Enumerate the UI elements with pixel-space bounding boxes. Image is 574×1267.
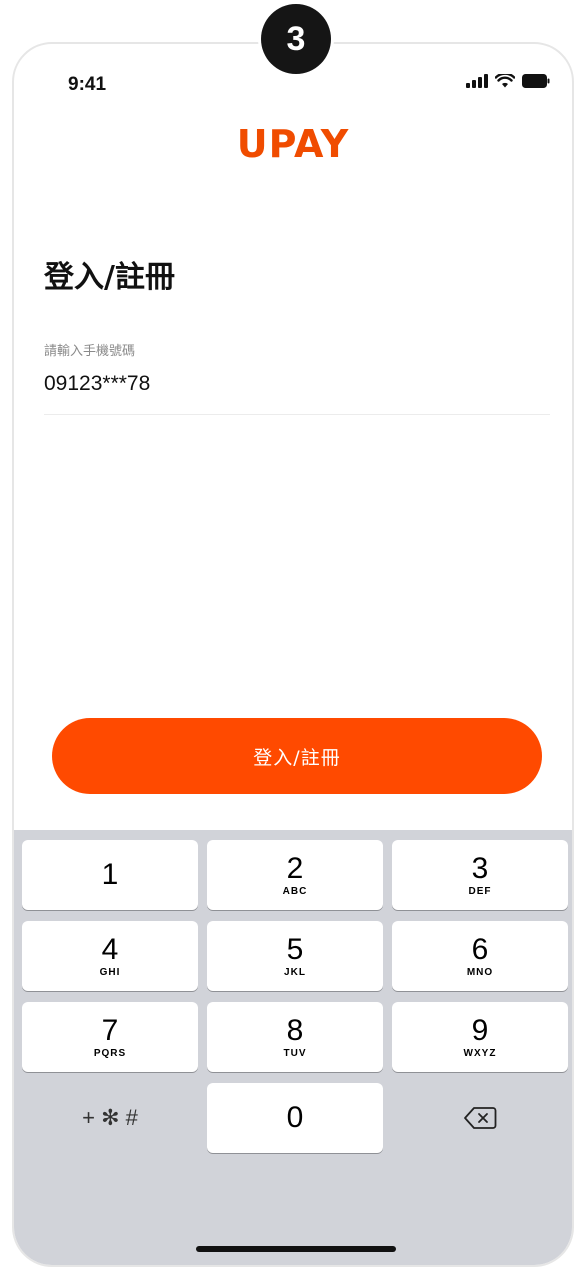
login-register-button[interactable]: 登入/註冊 — [52, 718, 542, 794]
key-8[interactable]: 8 TUV — [207, 1002, 383, 1072]
key-digit: 6 — [471, 933, 489, 966]
brand-logo: UPAY — [14, 122, 572, 166]
key-letters: DEF — [468, 886, 492, 897]
phone-field-label: 請輸入手機號碼 — [44, 344, 136, 359]
key-letters: PQRS — [93, 1048, 127, 1059]
key-1[interactable]: 1 — [22, 840, 198, 910]
page-title: 登入/註冊 — [44, 260, 175, 295]
key-2[interactable]: 2 ABC — [207, 840, 383, 910]
key-letters: MNO — [466, 967, 494, 978]
cellular-signal-icon — [466, 74, 488, 88]
key-digit: 7 — [101, 1014, 119, 1047]
key-digit: 9 — [471, 1014, 489, 1047]
login-register-button-label: 登入/註冊 — [253, 746, 341, 769]
key-7[interactable]: 7 PQRS — [22, 1002, 198, 1072]
wifi-icon — [495, 74, 515, 88]
key-0[interactable]: 0 — [207, 1083, 383, 1153]
phone-number-input[interactable]: 09123***78 — [44, 372, 150, 396]
key-digit: 4 — [101, 933, 119, 966]
key-5[interactable]: 5 JKL — [207, 921, 383, 991]
key-digit: 0 — [286, 1101, 304, 1134]
step-number: 3 — [286, 19, 306, 58]
key-digit: 3 — [471, 852, 489, 885]
screen: 3 9:41 UPAY 登入/註冊 請輸入手機號碼 09123***78 登入/… — [0, 0, 574, 1267]
key-digit: 1 — [101, 858, 119, 891]
key-symbols[interactable]: + ✻ # — [22, 1083, 198, 1153]
key-letters: ABC — [282, 886, 308, 897]
key-6[interactable]: 6 MNO — [392, 921, 568, 991]
key-9[interactable]: 9 WXYZ — [392, 1002, 568, 1072]
status-time: 9:41 — [68, 74, 107, 95]
key-delete[interactable] — [392, 1083, 568, 1153]
backspace-icon — [464, 1107, 497, 1129]
key-digit: 5 — [286, 933, 304, 966]
numeric-keypad: 1 2 ABC 3 DEF 4 GHI 5 JKL 6 MNO 7 PQRS 8… — [14, 830, 572, 1265]
key-4[interactable]: 4 GHI — [22, 921, 198, 991]
battery-icon — [522, 74, 550, 88]
key-letters: TUV — [283, 1048, 307, 1059]
key-letters: JKL — [284, 967, 306, 978]
key-digit: 2 — [286, 852, 304, 885]
step-badge: 3 — [261, 4, 331, 74]
key-digit: 8 — [286, 1014, 304, 1047]
home-indicator — [196, 1246, 396, 1252]
phone-input-underline — [44, 414, 550, 415]
brand-logo-text: UPAY — [236, 122, 350, 166]
key-3[interactable]: 3 DEF — [392, 840, 568, 910]
key-symbols-label: + ✻ # — [82, 1105, 138, 1130]
key-letters: WXYZ — [463, 1048, 497, 1059]
key-letters: GHI — [99, 967, 121, 978]
phone-frame: 9:41 UPAY 登入/註冊 請輸入手機號碼 09123***78 登入/註冊… — [12, 42, 574, 1267]
status-icons — [466, 74, 550, 88]
